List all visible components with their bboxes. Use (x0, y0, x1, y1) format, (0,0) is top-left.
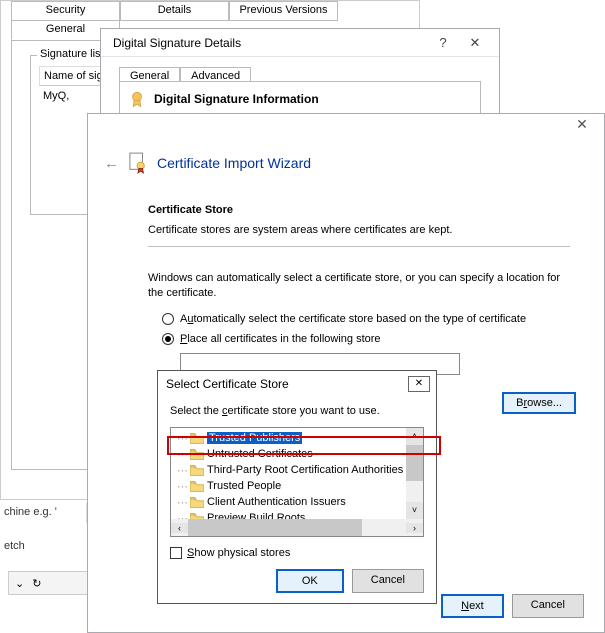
ok-button[interactable]: OK (276, 569, 344, 593)
radio-auto-select[interactable]: Automatically select the certificate sto… (162, 313, 570, 325)
radio-place-all[interactable]: Place all certificates in the following … (162, 333, 570, 345)
select-certificate-store-dialog: Select Certificate Store ✕ Select the ce… (157, 370, 437, 604)
close-icon[interactable]: ✕ (459, 35, 491, 51)
background-text-fragment: chine e.g. ' (0, 503, 87, 523)
tree-item-untrusted-certificates[interactable]: ⋯ Untrusted Certificates (175, 446, 423, 462)
wizard-section-title: Certificate Store (148, 204, 570, 216)
radio-icon (162, 333, 174, 345)
vertical-scrollbar[interactable]: ˄ ˅ (406, 428, 423, 519)
certificate-icon (129, 152, 147, 174)
dsd-info-heading: Digital Signature Information (128, 86, 472, 108)
scs-buttons: OK Cancel (158, 559, 436, 593)
signature-list-title: Signature list (37, 48, 107, 60)
tab-security[interactable]: Security (11, 1, 120, 21)
wizard-body: Certificate Store Certificate stores are… (148, 204, 570, 375)
background-text-fragment: etch (0, 536, 90, 556)
tree-line-icon: ⋯ (175, 480, 187, 493)
wizard-title: Certificate Import Wizard (157, 155, 311, 171)
scroll-right-icon[interactable]: › (406, 523, 423, 533)
close-icon[interactable]: ✕ (408, 376, 430, 392)
show-physical-stores-label: Show physical stores (187, 547, 290, 559)
background-toolbar-fragment: ⌄ ↻ (8, 571, 94, 595)
divider (148, 246, 570, 247)
tree-line-icon: ⋯ (175, 464, 187, 477)
browse-button[interactable]: Browse... (502, 392, 576, 414)
scs-titlebar: Select Certificate Store ✕ (158, 371, 436, 397)
dsd-info-text: Digital Signature Information (154, 92, 319, 106)
dsd-title: Digital Signature Details (109, 36, 427, 50)
show-physical-stores-checkbox[interactable]: Show physical stores (170, 547, 424, 559)
close-icon[interactable]: ✕ (560, 114, 604, 138)
tree-line-icon: ⋯ (175, 432, 187, 445)
scroll-up-icon[interactable]: ˄ (406, 428, 423, 445)
certificate-ribbon-icon (128, 90, 146, 108)
wizard-header: ← Certificate Import Wizard (104, 152, 311, 174)
certificate-store-tree[interactable]: ⋯ Trusted Publishers ⋯ Untrusted Certifi… (170, 427, 424, 537)
redo-icon[interactable]: ↻ (32, 577, 41, 590)
help-icon[interactable]: ? (427, 35, 459, 50)
folder-icon (190, 481, 204, 492)
scs-title: Select Certificate Store (166, 377, 408, 391)
cancel-button[interactable]: Cancel (512, 594, 584, 618)
wizard-section-desc: Certificate stores are system areas wher… (148, 224, 570, 236)
scroll-thumb[interactable] (406, 445, 423, 481)
tab-previous-versions[interactable]: Previous Versions (229, 1, 338, 21)
tree-item-trusted-people[interactable]: ⋯ Trusted People (175, 478, 423, 494)
folder-icon (190, 465, 204, 476)
tree-item-client-auth-issuers[interactable]: ⋯ Client Authentication Issuers (175, 494, 423, 510)
scroll-left-icon[interactable]: ‹ (171, 523, 188, 533)
scroll-thumb[interactable] (188, 519, 362, 536)
tab-details[interactable]: Details (120, 1, 229, 21)
wizard-paragraph: Windows can automatically select a certi… (148, 271, 570, 301)
folder-icon (190, 433, 204, 444)
cancel-button[interactable]: Cancel (352, 569, 424, 593)
horizontal-scrollbar[interactable]: ‹ › (171, 519, 423, 536)
checkbox-icon (170, 547, 182, 559)
tree-item-trusted-publishers[interactable]: ⋯ Trusted Publishers (175, 430, 423, 446)
folder-icon (190, 497, 204, 508)
radio-place-label: Place all certificates in the following … (180, 333, 381, 345)
wizard-footer: Next Cancel (441, 594, 584, 618)
tree-line-icon: ⋯ (175, 448, 187, 461)
next-button[interactable]: Next (441, 594, 504, 618)
back-arrow-icon[interactable]: ← (104, 155, 119, 172)
folder-icon (190, 449, 204, 460)
chevron-down-icon[interactable]: ⌄ (15, 577, 24, 590)
tree-item-third-party-root[interactable]: ⋯ Third-Party Root Certification Authori… (175, 462, 423, 478)
scs-description: Select the certificate store you want to… (158, 397, 436, 427)
dsd-titlebar: Digital Signature Details ? ✕ (101, 29, 499, 57)
scroll-down-icon[interactable]: ˅ (406, 502, 423, 519)
radio-icon (162, 313, 174, 325)
tree-line-icon: ⋯ (175, 496, 187, 509)
digital-signature-details-dialog: Digital Signature Details ? ✕ General Ad… (100, 28, 500, 118)
radio-auto-label: Automatically select the certificate sto… (180, 313, 526, 325)
